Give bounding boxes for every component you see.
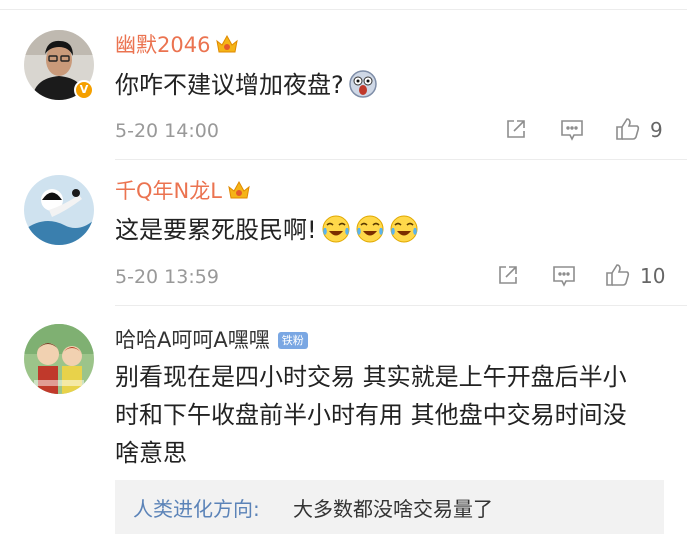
reply-text: 大多数都没啥交易量了 [293, 497, 493, 521]
comment-text-content: 你咋不建议增加夜盘? [115, 71, 344, 99]
fan-badge: 铁粉 [277, 332, 308, 349]
like-count: 10 [640, 264, 666, 288]
crown-icon [215, 33, 239, 61]
username-text: 幽默2046 [115, 33, 211, 57]
comment-text-line-3: 啥意思 [115, 439, 187, 467]
verified-badge: V [74, 80, 94, 100]
laughing-tears-emoji [355, 214, 385, 255]
laughing-tears-emoji [321, 214, 351, 255]
comment-icon[interactable] [552, 265, 576, 291]
comment-icon[interactable] [560, 119, 584, 145]
comment-text: 这是要累死股民啊! [115, 211, 419, 255]
laughing-tears-emoji [389, 214, 419, 255]
avatar-image [24, 175, 94, 245]
shocked-face-emoji [348, 69, 378, 110]
share-icon[interactable] [497, 264, 519, 290]
comment-text: 你咋不建议增加夜盘? [115, 66, 378, 110]
comment-text-line-1: 别看现在是四小时交易 其实就是上午开盘后半小 [115, 363, 627, 391]
avatar[interactable] [24, 175, 94, 245]
comment-item: 千Q年N龙L 这是要累死股民啊! 5-20 13:59 10 [0, 160, 687, 305]
comment-username[interactable]: 哈哈A呵呵A嘿嘿 铁粉 [115, 327, 308, 353]
like-icon[interactable] [615, 117, 641, 145]
comment-timestamp: 5-20 13:59 [115, 266, 219, 288]
like-count: 9 [650, 118, 663, 142]
avatar-image [24, 324, 94, 394]
like-icon[interactable] [605, 263, 631, 291]
share-icon[interactable] [505, 118, 527, 144]
crown-icon [227, 179, 251, 207]
comment-timestamp: 5-20 14:00 [115, 120, 219, 142]
comment-item: V 幽默2046 你咋不建议增加夜盘? 5-20 14:00 9 [0, 0, 687, 160]
comment-text-content: 这是要累死股民啊! [115, 216, 317, 244]
comment-username[interactable]: 幽默2046 [115, 32, 239, 61]
comment-text-line-2: 时和下午收盘前半小时有用 其他盘中交易时间没 [115, 401, 627, 429]
username-text: 千Q年N龙L [115, 179, 222, 203]
username-text: 哈哈A呵呵A嘿嘿 [115, 328, 270, 352]
comment-username[interactable]: 千Q年N龙L [115, 178, 251, 207]
reply-preview[interactable]: 人类进化方向: 大多数都没啥交易量了 [115, 480, 664, 534]
reply-username[interactable]: 人类进化方向: [133, 493, 260, 522]
avatar[interactable] [24, 324, 94, 394]
